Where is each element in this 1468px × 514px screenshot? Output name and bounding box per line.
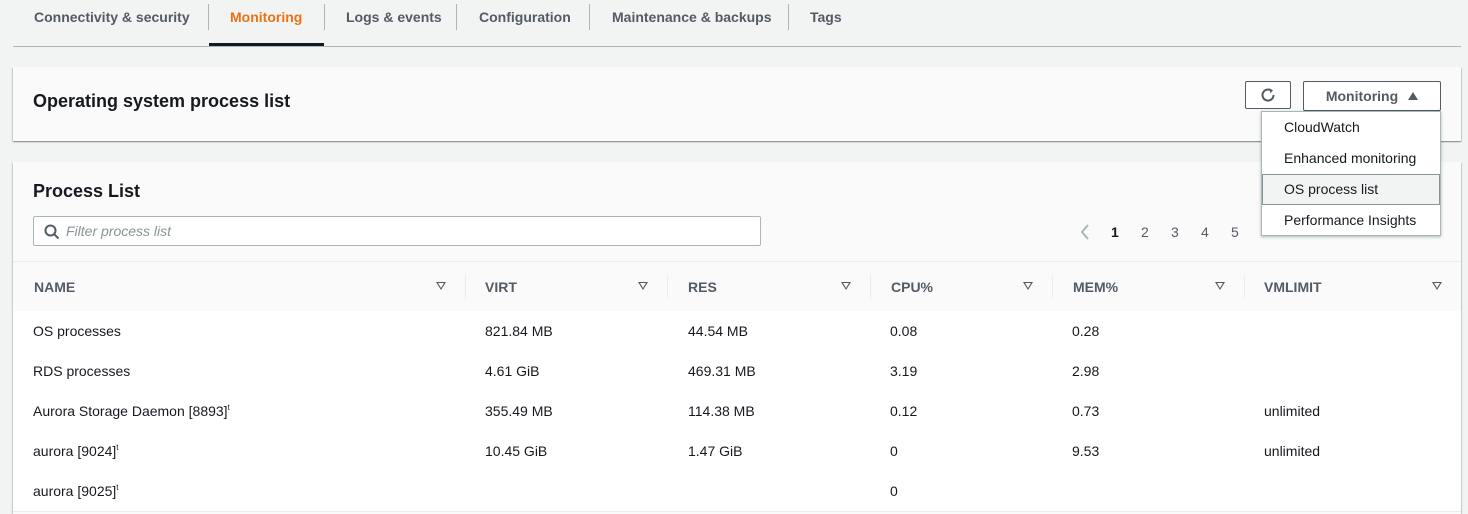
column-header-cpu[interactable]: CPU% xyxy=(891,262,933,312)
column-divider xyxy=(1244,275,1245,299)
tab-monitoring[interactable]: Monitoring xyxy=(209,0,324,46)
cell-res: 114.38 MB xyxy=(688,403,755,419)
cell-name: RDS processes xyxy=(33,363,131,379)
tab-logs-events[interactable]: Logs & events xyxy=(325,0,463,46)
menu-item-os-process-list[interactable]: OS process list xyxy=(1262,174,1440,205)
os-process-list-header-panel: Operating system process list Monitoring xyxy=(13,67,1461,141)
cell-cpu: 0.08 xyxy=(890,323,918,339)
tab-connectivity-security[interactable]: Connectivity & security xyxy=(13,0,211,46)
process-list-title: Process List xyxy=(33,181,141,201)
tab-maintenance-backups[interactable]: Maintenance & backups xyxy=(591,0,793,46)
sort-icon[interactable] xyxy=(1215,282,1225,290)
table-row[interactable]: aurora [9024]t 10.45 GiB 1.47 GiB 0 9.53… xyxy=(13,431,1461,472)
chevron-left-icon[interactable] xyxy=(1079,223,1091,241)
tab-bar: Connectivity & security Monitoring Logs … xyxy=(13,0,1461,47)
cell-virt: 10.45 GiB xyxy=(485,443,548,459)
cell-mem: 0.73 xyxy=(1072,403,1100,419)
tab-configuration[interactable]: Configuration xyxy=(458,0,592,46)
cell-virt: 821.84 MB xyxy=(485,323,553,339)
sort-icon[interactable] xyxy=(841,282,851,290)
table-row[interactable]: OS processes 821.84 MB 44.54 MB 0.08 0.2… xyxy=(13,311,1461,352)
cell-res: 44.54 MB xyxy=(688,323,748,339)
sort-icon[interactable] xyxy=(1432,282,1442,290)
cell-vmlimit: unlimited xyxy=(1264,403,1321,419)
column-divider xyxy=(667,275,668,299)
table-header: NAME VIRT RES CPU% MEM% VMLIMIT xyxy=(13,261,1461,313)
column-divider xyxy=(465,275,466,299)
filter-box xyxy=(33,216,761,246)
cell-mem: 2.98 xyxy=(1072,363,1100,379)
cell-vmlimit: unlimited xyxy=(1264,443,1321,459)
column-header-mem[interactable]: MEM% xyxy=(1073,262,1118,312)
cell-name: aurora [9025]t xyxy=(33,483,119,499)
tab-divider xyxy=(589,4,590,30)
column-header-virt[interactable]: VIRT xyxy=(485,262,517,312)
refresh-button[interactable] xyxy=(1245,81,1291,109)
monitoring-button-label: Monitoring xyxy=(1325,88,1399,104)
menu-item-cloudwatch[interactable]: CloudWatch xyxy=(1262,112,1440,143)
sort-icon[interactable] xyxy=(436,282,446,290)
column-divider xyxy=(870,275,871,299)
cell-name: aurora [9024]t xyxy=(33,443,119,459)
menu-item-enhanced-monitoring[interactable]: Enhanced monitoring xyxy=(1262,143,1440,174)
tab-tags[interactable]: Tags xyxy=(789,0,863,46)
cell-virt: 4.61 GiB xyxy=(485,363,540,379)
monitoring-menu: CloudWatch Enhanced monitoring OS proces… xyxy=(1261,111,1441,236)
column-header-vmlimit[interactable]: VMLIMIT xyxy=(1264,262,1322,312)
sort-icon[interactable] xyxy=(638,282,648,290)
cell-res: 469.31 MB xyxy=(688,363,756,379)
cell-name: Aurora Storage Daemon [8893]t xyxy=(33,403,230,419)
monitoring-dropdown-button[interactable]: Monitoring xyxy=(1303,81,1441,111)
filter-process-list-input[interactable] xyxy=(66,221,746,241)
column-header-name[interactable]: NAME xyxy=(34,262,75,312)
page-4[interactable]: 4 xyxy=(1201,224,1209,240)
page-1[interactable]: 1 xyxy=(1111,224,1119,240)
menu-item-performance-insights[interactable]: Performance Insights xyxy=(1262,205,1440,236)
table-row[interactable]: aurora [9025]t 0 xyxy=(13,471,1461,512)
page-3[interactable]: 3 xyxy=(1171,224,1179,240)
cell-cpu: 0 xyxy=(890,483,898,499)
page-2[interactable]: 2 xyxy=(1141,224,1149,240)
cell-cpu: 3.19 xyxy=(890,363,918,379)
page-title: Operating system process list xyxy=(33,91,291,111)
cell-mem: 0.28 xyxy=(1072,323,1100,339)
cell-virt: 355.49 MB xyxy=(485,403,553,419)
column-header-res[interactable]: RES xyxy=(688,262,717,312)
tab-divider xyxy=(456,4,457,30)
table-row[interactable]: RDS processes 4.61 GiB 469.31 MB 3.19 2.… xyxy=(13,351,1461,392)
caret-up-icon xyxy=(1408,92,1419,100)
cell-name: OS processes xyxy=(33,323,121,339)
refresh-icon xyxy=(1261,88,1275,102)
cell-cpu: 0.12 xyxy=(890,403,918,419)
page-5[interactable]: 5 xyxy=(1231,224,1239,240)
cell-res: 1.47 GiB xyxy=(688,443,743,459)
table-row[interactable]: Aurora Storage Daemon [8893]t 355.49 MB … xyxy=(13,391,1461,432)
search-icon xyxy=(44,224,60,240)
process-list-panel: Process List 1 2 3 4 5 NAME VIRT RES CPU… xyxy=(13,162,1461,514)
cell-mem: 9.53 xyxy=(1072,443,1100,459)
cell-cpu: 0 xyxy=(890,443,898,459)
sort-icon[interactable] xyxy=(1023,282,1033,290)
column-divider xyxy=(1052,275,1053,299)
